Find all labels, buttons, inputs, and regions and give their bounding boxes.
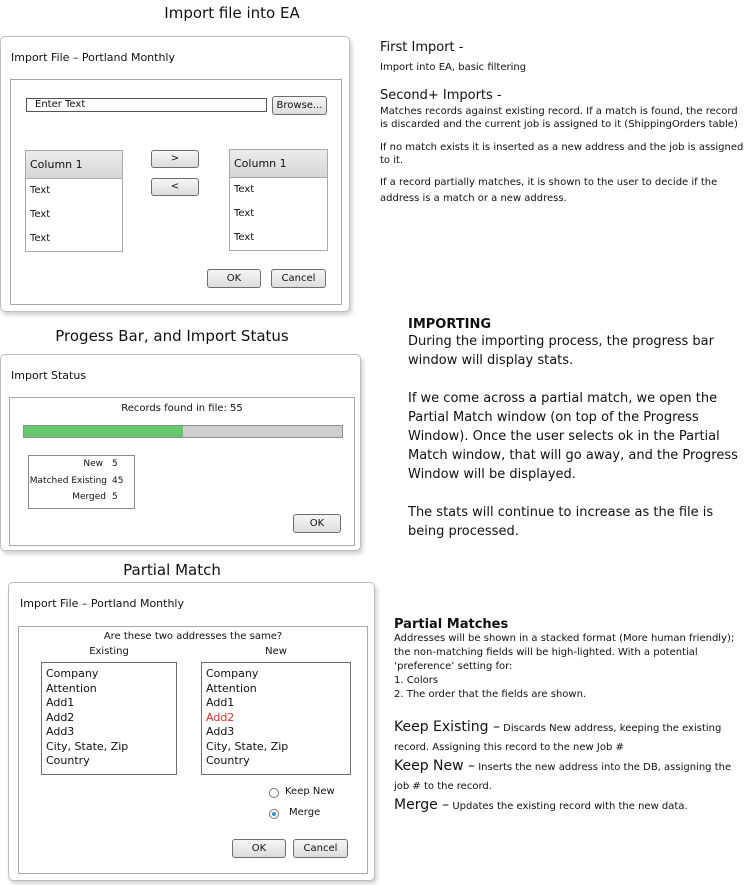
import-status-window: Import Status Records found in file: 55 …	[0, 354, 361, 551]
note-second-import-p1: Matches records against existing record.…	[380, 106, 738, 130]
stat-merged-label: Merged	[72, 492, 106, 502]
partial-match-window: Import File – Portland Monthly Are these…	[8, 582, 375, 881]
new-country: Country	[206, 754, 250, 767]
existing-add3: Add3	[46, 725, 75, 738]
list-item[interactable]: Text	[230, 178, 327, 202]
status-ok-button[interactable]: OK	[293, 514, 341, 533]
list-item[interactable]: Text	[26, 179, 122, 203]
new-add3: Add3	[206, 725, 235, 738]
ok-button[interactable]: OK	[207, 269, 261, 288]
move-right-button[interactable]: >	[151, 150, 199, 168]
heading-partial-match: Partial Match	[123, 561, 221, 579]
notes-partial: Partial Matches Addresses will be shown …	[394, 617, 748, 816]
list-item[interactable]: Text	[26, 227, 122, 251]
browse-button[interactable]: Browse...	[272, 96, 327, 115]
note-merge: Merge – Updates the existing record with…	[394, 796, 748, 816]
note-second-import-p2: If no match exists it is inserted as a n…	[380, 142, 744, 166]
existing-city-state-zip: City, State, Zip	[46, 739, 129, 753]
new-city-state-zip: City, State, Zip	[206, 739, 289, 753]
note-importing-heading: IMPORTING	[408, 317, 492, 332]
target-list-header[interactable]: Column 1	[230, 150, 327, 178]
existing-add1: Add1	[46, 696, 75, 709]
new-address-box: Company Attention Add1 Add2 Add3 City, S…	[201, 662, 351, 775]
new-company: Company	[206, 667, 259, 680]
new-label: New	[265, 646, 287, 657]
partial-cancel-button[interactable]: Cancel	[293, 839, 348, 858]
stat-merged-value: 5	[112, 492, 118, 502]
keep-new-label[interactable]: Keep New	[285, 786, 335, 797]
stat-matched-label: Matched Existing	[29, 476, 107, 486]
move-left-button[interactable]: <	[151, 178, 199, 196]
existing-label: Existing	[89, 646, 129, 657]
status-window-title: Import Status	[11, 369, 87, 382]
existing-country: Country	[46, 754, 90, 767]
note-first-import-heading: First Import -	[380, 40, 464, 55]
existing-address-box: Company Attention Add1 Add2 Add3 City, S…	[41, 662, 177, 775]
note-partial-heading: Partial Matches	[394, 617, 509, 632]
heading-import-file: Import file into EA	[164, 4, 300, 22]
merge-radio[interactable]	[269, 809, 279, 819]
list-item[interactable]: Text	[26, 203, 122, 227]
note-importing-p1: During the importing process, the progre…	[408, 334, 714, 368]
note-importing-p3: The stats will continue to increase as t…	[408, 505, 714, 539]
progress-bar-fill	[24, 426, 183, 437]
merge-label[interactable]: Merge	[289, 807, 320, 818]
stat-new-label: New	[83, 459, 103, 469]
note-importing-p2: If we come across a partial match, we op…	[408, 391, 738, 482]
partial-ok-button[interactable]: OK	[232, 839, 286, 858]
note-partial-intro: Addresses will be shown in a stacked for…	[394, 633, 735, 672]
stat-new-value: 5	[112, 459, 118, 469]
note-merge-text: Updates the existing record with the new…	[449, 801, 688, 812]
notes-importing: IMPORTING During the importing process, …	[408, 317, 750, 541]
partial-question: Are these two addresses the same?	[103, 631, 283, 642]
note-keep-existing: Keep Existing – Discards New address, ke…	[394, 718, 748, 757]
source-list-header[interactable]: Column 1	[26, 151, 122, 179]
note-first-import-text: Import into EA, basic filtering	[380, 62, 527, 73]
stat-matched-value: 45	[112, 476, 124, 486]
note-partial-item1: 1. Colors	[394, 675, 439, 686]
new-add1: Add1	[206, 696, 235, 709]
list-item[interactable]: Text	[230, 226, 327, 250]
existing-add2: Add2	[46, 710, 75, 724]
file-path-input[interactable]: Enter Text	[26, 98, 267, 112]
note-second-import-p3: If a record partially matches, it is sho…	[380, 177, 718, 204]
list-item[interactable]: Text	[230, 202, 327, 226]
partial-window-title: Import File – Portland Monthly	[20, 597, 185, 610]
note-partial-item2: 2. The order that the fields are shown.	[394, 689, 587, 700]
import-stats-panel: New 5 Matched Existing 45 Merged 5	[28, 455, 135, 509]
note-keep-new-term: Keep New –	[394, 758, 476, 774]
note-keep-new: Keep New – Inserts the new address into …	[394, 757, 748, 796]
new-attention: Attention	[206, 681, 257, 695]
notes-import: First Import - Import into EA, basic fil…	[380, 40, 748, 207]
note-merge-term: Merge –	[394, 797, 450, 813]
partial-window-content: Are these two addresses the same? Existi…	[18, 626, 368, 874]
source-column-list[interactable]: Column 1 Text Text Text	[25, 150, 123, 252]
status-window-content: Records found in file: 55 New 5 Matched …	[9, 397, 355, 546]
existing-attention: Attention	[46, 681, 97, 695]
keep-new-radio[interactable]	[269, 788, 279, 798]
import-window-content: Enter Text Browse... Column 1 Text Text …	[10, 79, 342, 305]
note-second-import-heading: Second+ Imports -	[380, 88, 502, 103]
import-window-title: Import File – Portland Monthly	[11, 51, 176, 64]
existing-company: Company	[46, 667, 99, 680]
note-keep-existing-term: Keep Existing –	[394, 719, 500, 735]
target-column-list[interactable]: Column 1 Text Text Text	[229, 149, 328, 251]
progress-bar	[23, 425, 343, 438]
new-add2-highlighted: Add2	[206, 710, 235, 724]
heading-progress: Progess Bar, and Import Status	[55, 327, 289, 345]
cancel-button[interactable]: Cancel	[271, 269, 326, 288]
import-file-window: Import File – Portland Monthly Enter Tex…	[0, 36, 350, 312]
records-found-label: Records found in file: 55	[121, 403, 243, 414]
